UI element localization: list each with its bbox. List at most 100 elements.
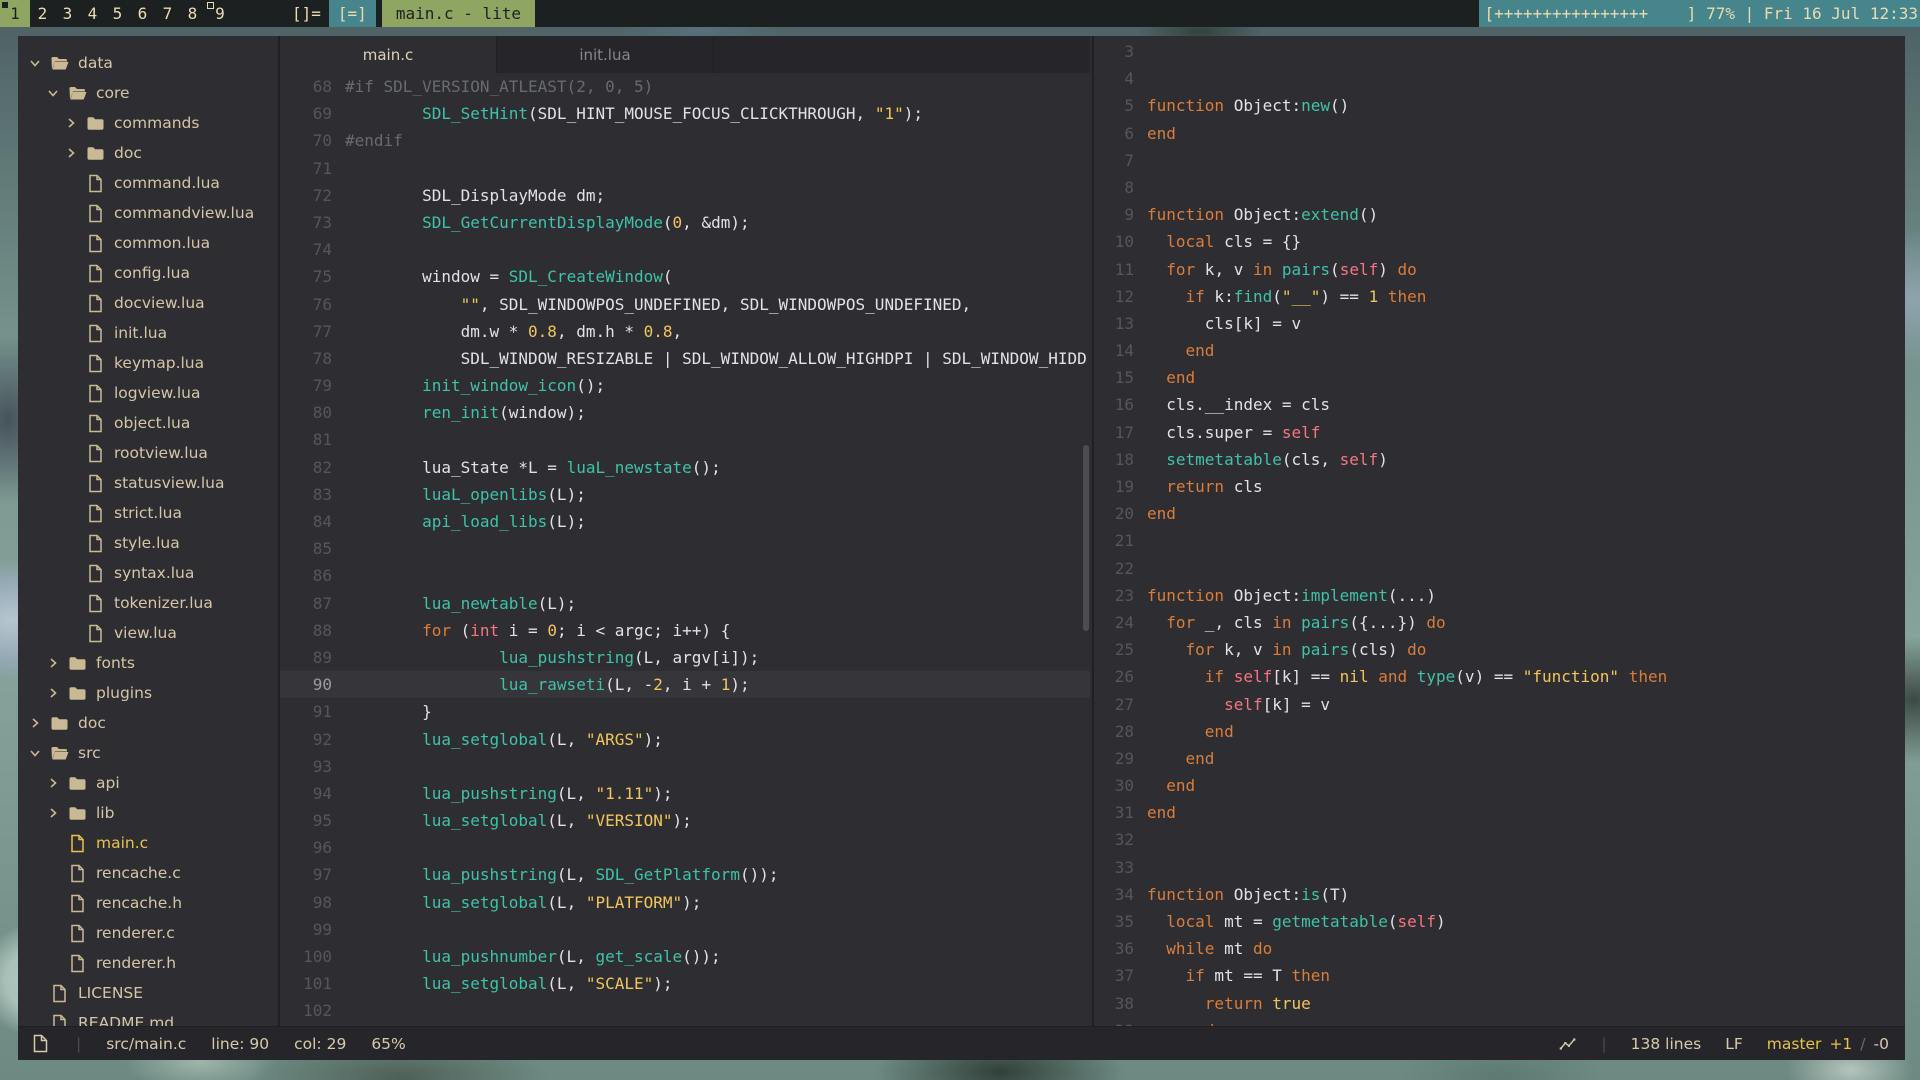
chevron-right-icon[interactable]	[46, 686, 60, 700]
tag-2[interactable]: 2	[30, 0, 55, 27]
code-line-90[interactable]: 90 lua_rawseti(L, -2, i + 1);	[280, 671, 1090, 698]
tree-item-syntax-lua[interactable]: syntax.lua	[18, 558, 278, 588]
code-line-16[interactable]: 16 cls.__index = cls	[1094, 391, 1905, 418]
code-line-38[interactable]: 38 return true	[1094, 990, 1905, 1017]
code-line-91[interactable]: 91 }	[280, 698, 1090, 725]
tree-item-strict-lua[interactable]: strict.lua	[18, 498, 278, 528]
tree-item-commandview-lua[interactable]: commandview.lua	[18, 198, 278, 228]
code-line-77[interactable]: 77 dm.w * 0.8, dm.h * 0.8,	[280, 318, 1090, 345]
chevron-right-icon[interactable]	[46, 656, 60, 670]
code-line-17[interactable]: 17 cls.super = self	[1094, 419, 1905, 446]
code-line-101[interactable]: 101 lua_setglobal(L, "SCALE");	[280, 970, 1090, 997]
code-line-87[interactable]: 87 lua_newtable(L);	[280, 590, 1090, 617]
code-line-7[interactable]: 7	[1094, 147, 1905, 174]
tree-item-object-lua[interactable]: object.lua	[18, 408, 278, 438]
tree-item-keymap-lua[interactable]: keymap.lua	[18, 348, 278, 378]
code-line-99[interactable]: 99	[280, 916, 1090, 943]
tree-item-renderer-h[interactable]: renderer.h	[18, 948, 278, 978]
code-line-74[interactable]: 74	[280, 236, 1090, 263]
code-line-69[interactable]: 69 SDL_SetHint(SDL_HINT_MOUSE_FOCUS_CLIC…	[280, 100, 1090, 127]
tree-item-data[interactable]: data	[18, 48, 278, 78]
code-line-33[interactable]: 33	[1094, 854, 1905, 881]
code-line-75[interactable]: 75 window = SDL_CreateWindow(	[280, 263, 1090, 290]
code-line-97[interactable]: 97 lua_pushstring(L, SDL_GetPlatform());	[280, 861, 1090, 888]
tree-item-rencache-h[interactable]: rencache.h	[18, 888, 278, 918]
tree-item-doc[interactable]: doc	[18, 138, 278, 168]
code-line-98[interactable]: 98 lua_setglobal(L, "PLATFORM");	[280, 889, 1090, 916]
tag-6[interactable]: 6	[130, 0, 155, 27]
code-line-82[interactable]: 82 lua_State *L = luaL_newstate();	[280, 454, 1090, 481]
chevron-right-icon[interactable]	[46, 806, 60, 820]
code-line-29[interactable]: 29 end	[1094, 745, 1905, 772]
tag-3[interactable]: 3	[55, 0, 80, 27]
code-line-70[interactable]: 70#endif	[280, 127, 1090, 154]
code-line-83[interactable]: 83 luaL_openlibs(L);	[280, 481, 1090, 508]
tree-item-rencache-c[interactable]: rencache.c	[18, 858, 278, 888]
code-line-26[interactable]: 26 if self[k] == nil and type(v) == "fun…	[1094, 663, 1905, 690]
code-line-71[interactable]: 71	[280, 155, 1090, 182]
chevron-right-icon[interactable]	[28, 716, 42, 730]
code-line-34[interactable]: 34function Object:is(T)	[1094, 881, 1905, 908]
code-line-31[interactable]: 31end	[1094, 799, 1905, 826]
code-line-11[interactable]: 11 for k, v in pairs(self) do	[1094, 256, 1905, 283]
code-line-3[interactable]: 3	[1094, 38, 1905, 65]
tag-9[interactable]: 9	[205, 0, 235, 27]
code-line-14[interactable]: 14 end	[1094, 337, 1905, 364]
code-line-30[interactable]: 30 end	[1094, 772, 1905, 799]
code-line-85[interactable]: 85	[280, 535, 1090, 562]
code-line-35[interactable]: 35 local mt = getmetatable(self)	[1094, 908, 1905, 935]
code-line-6[interactable]: 6end	[1094, 120, 1905, 147]
code-line-8[interactable]: 8	[1094, 174, 1905, 201]
tag-7[interactable]: 7	[155, 0, 180, 27]
tab-init-lua[interactable]: init.lua	[497, 36, 714, 73]
code-line-96[interactable]: 96	[280, 834, 1090, 861]
code-line-21[interactable]: 21	[1094, 527, 1905, 554]
code-line-36[interactable]: 36 while mt do	[1094, 935, 1905, 962]
code-line-72[interactable]: 72 SDL_DisplayMode dm;	[280, 182, 1090, 209]
tag-5[interactable]: 5	[105, 0, 130, 27]
code-line-4[interactable]: 4	[1094, 65, 1905, 92]
code-line-24[interactable]: 24 for _, cls in pairs({...}) do	[1094, 609, 1905, 636]
tag-4[interactable]: 4	[80, 0, 105, 27]
code-line-39[interactable]: 39 end	[1094, 1017, 1905, 1026]
code-line-78[interactable]: 78 SDL_WINDOW_RESIZABLE | SDL_WINDOW_ALL…	[280, 345, 1090, 372]
chevron-right-icon[interactable]	[64, 116, 78, 130]
chevron-down-icon[interactable]	[46, 86, 60, 100]
code-line-100[interactable]: 100 lua_pushnumber(L, get_scale());	[280, 943, 1090, 970]
chevron-right-icon[interactable]	[46, 776, 60, 790]
code-line-19[interactable]: 19 return cls	[1094, 473, 1905, 500]
layout-symbol[interactable]: []=	[292, 0, 321, 27]
code-line-9[interactable]: 9function Object:extend()	[1094, 201, 1905, 228]
code-line-68[interactable]: 68#if SDL_VERSION_ATLEAST(2, 0, 5)	[280, 73, 1090, 100]
tree-item-fonts[interactable]: fonts	[18, 648, 278, 678]
chevron-right-icon[interactable]	[64, 146, 78, 160]
code-line-15[interactable]: 15 end	[1094, 364, 1905, 391]
tree-item-renderer-c[interactable]: renderer.c	[18, 918, 278, 948]
tree-item-statusview-lua[interactable]: statusview.lua	[18, 468, 278, 498]
code-line-73[interactable]: 73 SDL_GetCurrentDisplayMode(0, &dm);	[280, 209, 1090, 236]
tree-item-doc[interactable]: doc	[18, 708, 278, 738]
left-pane-scrollbar-thumb[interactable]	[1083, 445, 1089, 631]
code-line-12[interactable]: 12 if k:find("__") == 1 then	[1094, 283, 1905, 310]
tree-item-tokenizer-lua[interactable]: tokenizer.lua	[18, 588, 278, 618]
tree-item-init-lua[interactable]: init.lua	[18, 318, 278, 348]
code-line-95[interactable]: 95 lua_setglobal(L, "VERSION");	[280, 807, 1090, 834]
code-line-18[interactable]: 18 setmetatable(cls, self)	[1094, 446, 1905, 473]
code-line-89[interactable]: 89 lua_pushstring(L, argv[i]);	[280, 644, 1090, 671]
code-line-88[interactable]: 88 for (int i = 0; i < argc; i++) {	[280, 617, 1090, 644]
tree-item-lib[interactable]: lib	[18, 798, 278, 828]
code-line-94[interactable]: 94 lua_pushstring(L, "1.11");	[280, 780, 1090, 807]
code-line-84[interactable]: 84 api_load_libs(L);	[280, 508, 1090, 535]
code-line-81[interactable]: 81	[280, 426, 1090, 453]
chevron-down-icon[interactable]	[28, 746, 42, 760]
code-line-22[interactable]: 22	[1094, 555, 1905, 582]
tree-item-config-lua[interactable]: config.lua	[18, 258, 278, 288]
tree-item-plugins[interactable]: plugins	[18, 678, 278, 708]
code-line-92[interactable]: 92 lua_setglobal(L, "ARGS");	[280, 726, 1090, 753]
status-col-indicator[interactable]: col: 29	[294, 1035, 346, 1053]
chevron-down-icon[interactable]	[28, 56, 42, 70]
code-line-27[interactable]: 27 self[k] = v	[1094, 691, 1905, 718]
tree-item-style-lua[interactable]: style.lua	[18, 528, 278, 558]
tree-item-common-lua[interactable]: common.lua	[18, 228, 278, 258]
code-line-79[interactable]: 79 init_window_icon();	[280, 372, 1090, 399]
